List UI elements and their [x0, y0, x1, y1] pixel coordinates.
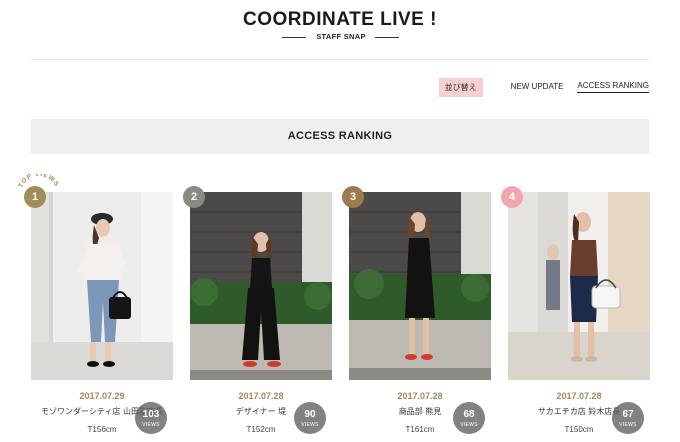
- snap-photo[interactable]: [508, 192, 650, 380]
- rank-badge: 1: [24, 186, 46, 208]
- views-count: 103: [142, 409, 160, 420]
- snap-date: 2017.07.28: [397, 391, 443, 401]
- views-label: VIEWS: [142, 422, 160, 428]
- rank-badge: 2: [183, 186, 205, 208]
- page-header: COORDINATE LIVE ! STAFF SNAP: [0, 0, 680, 60]
- snap-date: 2017.07.28: [556, 391, 602, 401]
- subtitle-divider-left: [282, 37, 306, 38]
- snap-card-3[interactable]: 3 68 VIEWS 2017.07.28 商品部 熊見 T161cm: [342, 186, 491, 442]
- sort-label: 並び替え: [438, 77, 483, 97]
- snap-photo[interactable]: [190, 192, 332, 380]
- page-title: COORDINATE LIVE !: [243, 9, 437, 30]
- views-label: VIEWS: [619, 422, 637, 428]
- snap-photo[interactable]: [31, 192, 173, 380]
- views-count-badge: 103 VIEWS: [135, 402, 167, 434]
- views-label: VIEWS: [460, 422, 478, 428]
- views-count: 68: [463, 409, 475, 420]
- views-count-badge: 90 VIEWS: [294, 402, 326, 434]
- views-label: VIEWS: [301, 422, 319, 428]
- snap-date: 2017.07.28: [238, 391, 284, 401]
- views-count: 90: [304, 409, 316, 420]
- subtitle-row: STAFF SNAP: [0, 32, 680, 44]
- section-title: ACCESS RANKING: [31, 119, 649, 154]
- snap-photo[interactable]: [349, 192, 491, 380]
- rank-badge: 3: [342, 186, 364, 208]
- views-count: 67: [622, 409, 634, 420]
- page-subtitle: STAFF SNAP: [316, 32, 366, 41]
- sort-new-update-link[interactable]: NEW UPDATE: [511, 82, 564, 93]
- snap-card-4[interactable]: 4 67 VIEWS 2017.07.28 サカエチカ店 鈴木店長 T150cm: [501, 186, 650, 442]
- sort-access-ranking-link[interactable]: ACCESS RANKING: [577, 81, 649, 93]
- views-count-badge: 67 VIEWS: [612, 402, 644, 434]
- rank-badge: 4: [501, 186, 523, 208]
- views-count-badge: 68 VIEWS: [453, 402, 485, 434]
- snap-card-2[interactable]: 2 90 VIEWS 2017.07.28 デザイナー 堤 T152cm: [183, 186, 332, 442]
- header-divider: [31, 59, 649, 60]
- snap-card-1[interactable]: TOP VIEWS 1 103 VIEWS 2017.07.29 モゾワンダーシ…: [17, 174, 173, 442]
- sort-bar: 並び替え NEW UPDATE ACCESS RANKING: [438, 77, 649, 97]
- subtitle-divider-right: [375, 37, 399, 38]
- snap-date: 2017.07.29: [79, 391, 125, 401]
